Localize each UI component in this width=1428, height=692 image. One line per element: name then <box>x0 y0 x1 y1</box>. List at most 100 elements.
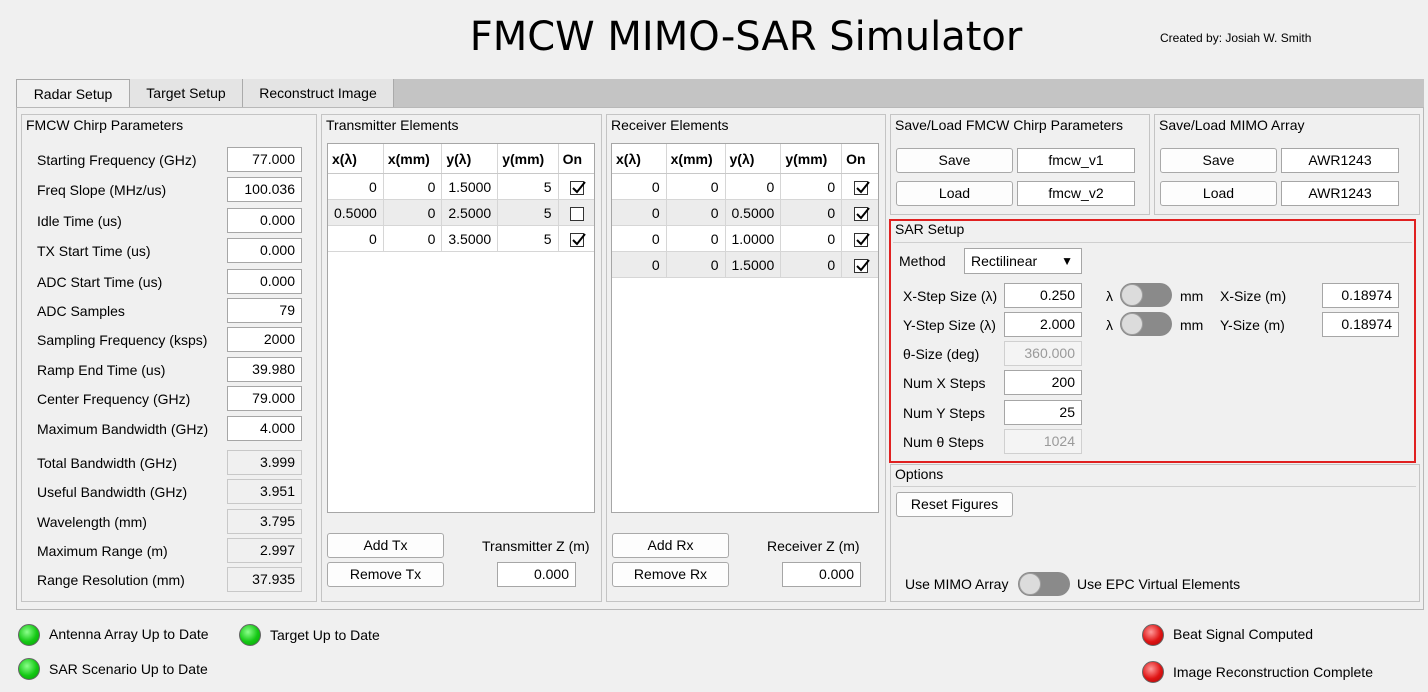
table-cell[interactable]: 0 <box>666 225 726 252</box>
table-cell[interactable]: 0 <box>725 173 782 200</box>
chirp-param-field[interactable]: 4.000 <box>227 416 302 441</box>
table-row[interactable]: 0 0 1.5000 0 <box>612 251 878 278</box>
remove-rx-button[interactable]: Remove Rx <box>612 562 729 587</box>
chirp-param-field[interactable]: 77.000 <box>227 147 302 172</box>
method-dropdown[interactable]: Rectilinear ▼ <box>964 248 1082 274</box>
chirp-param-label: Range Resolution (mm) <box>37 572 185 588</box>
add-rx-button[interactable]: Add Rx <box>612 533 729 558</box>
table-cell[interactable]: 0 <box>328 225 384 252</box>
x-step-size-field[interactable]: 0.250 <box>1004 283 1082 308</box>
on-cell <box>841 251 878 278</box>
chirp-param-field[interactable]: 0.000 <box>227 238 302 263</box>
checkmark-icon <box>572 181 587 194</box>
checkmark-icon <box>856 233 870 246</box>
chirp-param-field[interactable]: 79 <box>227 298 302 323</box>
on-checkbox[interactable] <box>570 232 587 247</box>
table-cell[interactable]: 0 <box>383 199 443 226</box>
table-cell[interactable]: 1.5000 <box>725 251 782 278</box>
chirp-param-field[interactable]: 0.000 <box>227 208 302 233</box>
checkmark-icon <box>856 259 870 272</box>
transmitter-z-field[interactable]: 0.000 <box>497 562 576 587</box>
table-cell[interactable]: 5 <box>497 199 559 226</box>
receiver-title: Receiver Elements <box>611 117 729 133</box>
receiver-table[interactable]: x(λ) x(mm) y(λ) y(mm) On 0 0 0 0 0 0 0.5000 0 0 0… <box>611 143 879 513</box>
on-checkbox[interactable] <box>854 206 870 221</box>
table-cell[interactable]: 0.5000 <box>328 199 384 226</box>
transmitter-table[interactable]: x(λ) x(mm) y(λ) y(mm) On 0 0 1.5000 5 0.5000… <box>327 143 595 513</box>
on-checkbox[interactable] <box>854 232 870 247</box>
save-load-mimo-title: Save/Load MIMO Array <box>1159 117 1305 133</box>
chirp-param-field[interactable]: 2000 <box>227 327 302 352</box>
save-mimo-filename-field[interactable]: AWR1243 <box>1281 148 1399 173</box>
table-cell[interactable]: 0 <box>780 173 843 200</box>
chirp-param-field[interactable]: 79.000 <box>227 386 302 411</box>
table-cell[interactable]: 0 <box>612 225 667 252</box>
reset-figures-button[interactable]: Reset Figures <box>896 492 1013 517</box>
table-row[interactable]: 0 0 1.0000 0 <box>612 225 878 252</box>
y-step-size-field[interactable]: 2.000 <box>1004 312 1082 337</box>
mimo-epc-toggle[interactable] <box>1018 572 1070 596</box>
num-x-steps-field[interactable]: 200 <box>1004 370 1082 395</box>
table-cell[interactable]: 3.5000 <box>441 225 499 252</box>
table-cell[interactable]: 0.5000 <box>725 199 782 226</box>
load-mimo-filename-field[interactable]: AWR1243 <box>1281 181 1399 206</box>
save-mimo-button[interactable]: Save <box>1160 148 1277 173</box>
receiver-z-field[interactable]: 0.000 <box>782 562 861 587</box>
table-cell[interactable]: 0 <box>612 173 667 200</box>
chirp-param-field[interactable]: 100.036 <box>227 177 302 202</box>
table-cell[interactable]: 0 <box>666 199 726 226</box>
checkmark-icon <box>572 233 587 246</box>
table-cell[interactable]: 0 <box>780 225 843 252</box>
table-cell[interactable]: 5 <box>497 225 559 252</box>
table-cell[interactable]: 0 <box>666 251 726 278</box>
y-size-label: Y-Size (m) <box>1220 317 1285 333</box>
y-step-size-label: Y-Step Size (λ) <box>903 317 996 333</box>
table-cell[interactable]: 0 <box>612 251 667 278</box>
num-y-steps-field[interactable]: 25 <box>1004 400 1082 425</box>
on-checkbox[interactable] <box>854 258 870 273</box>
chirp-param-field[interactable]: 0.000 <box>227 269 302 294</box>
table-cell[interactable]: 0 <box>328 173 384 200</box>
tab-radar-setup[interactable]: Radar Setup <box>16 79 130 108</box>
table-cell[interactable]: 1.0000 <box>725 225 782 252</box>
table-cell[interactable]: 0 <box>666 173 726 200</box>
table-cell[interactable]: 0 <box>612 199 667 226</box>
load-chirp-filename-field[interactable]: fmcw_v2 <box>1017 181 1135 206</box>
tab-reconstruct-image[interactable]: Reconstruct Image <box>243 79 394 107</box>
transmitter-z-label: Transmitter Z (m) <box>482 538 590 554</box>
table-cell[interactable]: 1.5000 <box>441 173 499 200</box>
table-row[interactable]: 0 0 1.5000 5 <box>328 173 594 200</box>
table-cell[interactable]: 0 <box>383 225 443 252</box>
sar-setup-title: SAR Setup <box>895 221 965 237</box>
add-tx-button[interactable]: Add Tx <box>327 533 444 558</box>
table-row[interactable]: 0 0 3.5000 5 <box>328 225 594 252</box>
x-step-unit-toggle[interactable] <box>1120 283 1172 307</box>
y-step-unit-toggle[interactable] <box>1120 312 1172 336</box>
save-chirp-button[interactable]: Save <box>896 148 1013 173</box>
table-row[interactable]: 0 0 0.5000 0 <box>612 199 878 226</box>
table-cell[interactable]: 5 <box>497 173 559 200</box>
chirp-param-label: Freq Slope (MHz/us) <box>37 182 167 198</box>
table-row[interactable]: 0000 <box>612 173 878 200</box>
remove-tx-button[interactable]: Remove Tx <box>327 562 444 587</box>
num-x-steps-label: Num X Steps <box>903 375 986 391</box>
method-label: Method <box>899 253 946 269</box>
x-size-field[interactable]: 0.18974 <box>1322 283 1399 308</box>
chirp-param-field[interactable]: 39.980 <box>227 357 302 382</box>
load-chirp-button[interactable]: Load <box>896 181 1013 206</box>
on-checkbox[interactable] <box>570 206 585 221</box>
sar-scenario-status-label: SAR Scenario Up to Date <box>49 661 208 677</box>
on-checkbox[interactable] <box>854 180 870 195</box>
y-size-field[interactable]: 0.18974 <box>1322 312 1399 337</box>
tab-target-setup[interactable]: Target Setup <box>130 79 243 107</box>
table-cell[interactable]: 0 <box>780 251 843 278</box>
table-row[interactable]: 0.5000 0 2.5000 5 <box>328 199 594 226</box>
table-cell[interactable]: 2.5000 <box>441 199 499 226</box>
load-mimo-button[interactable]: Load <box>1160 181 1277 206</box>
table-cell[interactable]: 0 <box>383 173 443 200</box>
on-checkbox[interactable] <box>570 180 587 195</box>
save-chirp-filename-field[interactable]: fmcw_v1 <box>1017 148 1135 173</box>
chirp-param-label: Center Frequency (GHz) <box>37 391 191 407</box>
table-cell[interactable]: 0 <box>780 199 843 226</box>
x-step-size-label: X-Step Size (λ) <box>903 288 998 304</box>
